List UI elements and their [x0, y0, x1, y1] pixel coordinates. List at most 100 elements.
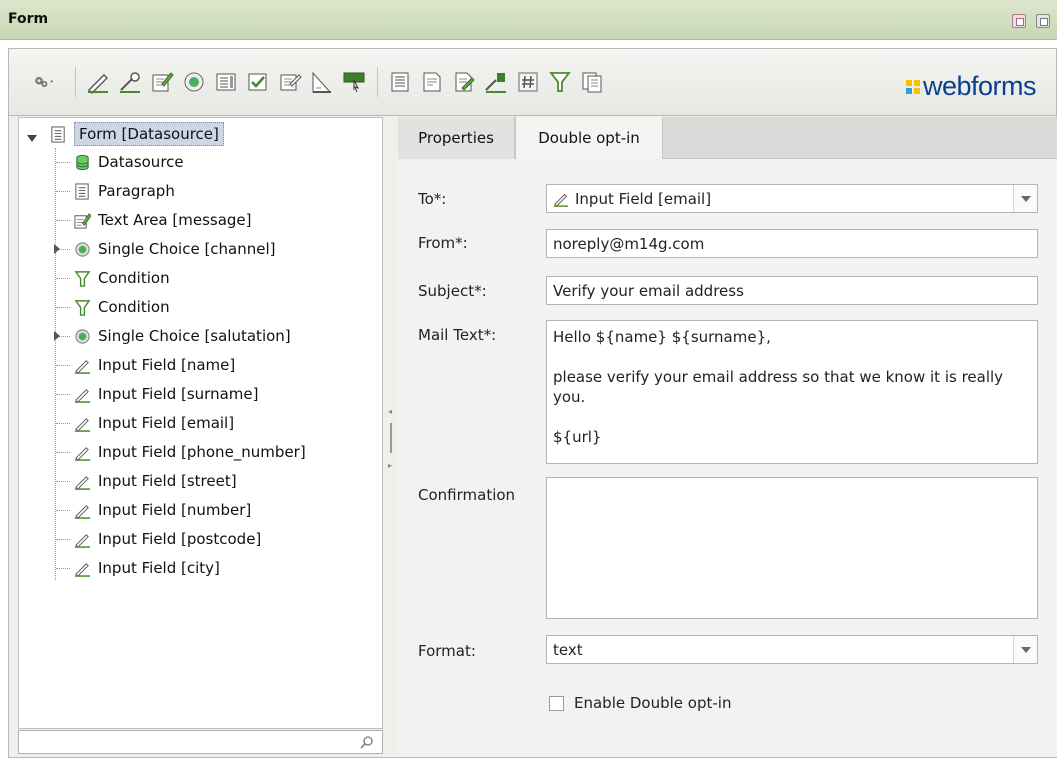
from-label: From*: — [418, 234, 468, 252]
tree-root[interactable]: Form [Datasource] — [49, 120, 224, 148]
tree-guide-line — [56, 278, 70, 279]
input-field-icon — [553, 191, 569, 207]
condition-filter-icon[interactable] — [547, 69, 573, 95]
tree-item-label: Datasource — [98, 153, 184, 171]
tree-item[interactable]: Input Field [city] — [73, 554, 220, 582]
number-field-icon[interactable] — [515, 69, 541, 95]
tree-guide-line — [56, 191, 70, 192]
tree-item[interactable]: Text Area [message] — [73, 206, 252, 234]
logo-text: webforms — [922, 71, 1037, 101]
tree-item[interactable]: Input Field [number] — [73, 496, 251, 524]
mail-text-label: Mail Text*: — [418, 326, 497, 344]
tree-guide-line — [55, 148, 56, 580]
tree-item-label: Text Area [message] — [98, 211, 252, 229]
tree-item[interactable]: Input Field [postcode] — [73, 525, 261, 553]
tree-guide-line — [56, 539, 70, 540]
tab-properties[interactable]: Properties — [398, 117, 515, 159]
enable-double-opt-in-checkbox[interactable] — [549, 696, 564, 711]
tree-guide-line — [56, 452, 70, 453]
tree-guide-line — [56, 423, 70, 424]
tree-search-input[interactable] — [18, 730, 383, 754]
tree-item[interactable]: Input Field [street] — [73, 467, 237, 495]
single-choice-icon[interactable] — [181, 69, 207, 95]
gears-menu-icon[interactable] — [27, 69, 63, 95]
maximize-button[interactable] — [1012, 14, 1026, 28]
tab-double-opt-in[interactable]: Double opt-in — [515, 117, 663, 159]
tree-guide-line — [56, 220, 70, 221]
expand-arrow-icon[interactable] — [54, 244, 60, 254]
tree-item[interactable]: Input Field [phone_number] — [73, 438, 306, 466]
tree-item[interactable]: Input Field [surname] — [73, 380, 258, 408]
tree-item[interactable]: Single Choice [salutation] — [73, 322, 291, 350]
enable-double-opt-in-label: Enable Double opt-in — [574, 694, 732, 712]
password-field-icon[interactable] — [117, 69, 143, 95]
text-area-icon[interactable] — [149, 69, 175, 95]
paragraph-icon — [73, 182, 91, 200]
tree-item[interactable]: Input Field [name] — [73, 351, 235, 379]
condition-filter-icon — [73, 269, 91, 287]
tree-item-label: Input Field [name] — [98, 356, 236, 374]
database-icon — [73, 153, 91, 171]
tree-item[interactable]: Single Choice [channel] — [73, 235, 276, 263]
document-icon[interactable] — [419, 69, 445, 95]
from-field-value: noreply@m14g.com — [553, 234, 705, 253]
subject-label: Subject*: — [418, 282, 487, 300]
copy-icon[interactable] — [579, 69, 605, 95]
tree-item[interactable]: Datasource — [73, 148, 184, 176]
format-select[interactable]: text — [546, 635, 1038, 664]
splitter-right-arrow-icon: ▸ — [388, 461, 393, 470]
tree-item-label: Condition — [98, 298, 170, 316]
toolbar: webforms — [8, 48, 1057, 116]
tree-item-label: Input Field [street] — [98, 472, 237, 490]
tree-item-label: Input Field [surname] — [98, 385, 259, 403]
tree-item-label: Single Choice [salutation] — [98, 327, 291, 345]
tree-item-label: Single Choice [channel] — [98, 240, 276, 258]
subject-field[interactable]: Verify your email address — [546, 276, 1038, 305]
tree-guide-line — [56, 365, 70, 366]
tree-item[interactable]: Condition — [73, 264, 170, 292]
form-tree: Form [Datasource] Datasource Paragraph Tex… — [18, 117, 383, 729]
splitter-grip[interactable] — [390, 423, 392, 453]
document-edit-icon[interactable] — [451, 69, 477, 95]
input-field-icon[interactable] — [85, 69, 111, 95]
text-area-icon — [73, 211, 91, 229]
panel-splitter[interactable]: ◂ ▸ — [386, 117, 396, 757]
format-select-value: text — [553, 640, 583, 659]
chevron-down-icon[interactable] — [1013, 185, 1037, 212]
tree-item[interactable]: Condition — [73, 293, 170, 321]
input-field-icon — [73, 472, 91, 490]
paragraph-icon[interactable] — [387, 69, 413, 95]
tree-item-label: Condition — [98, 269, 170, 287]
toolbar-separator — [377, 67, 378, 97]
tree-guide-line — [56, 307, 70, 308]
tree-item-label: Input Field [number] — [98, 501, 252, 519]
single-choice-icon — [73, 240, 91, 258]
confirmation-label: Confirmation — [418, 486, 516, 504]
subject-field-value: Verify your email address — [553, 281, 744, 300]
layout-icon[interactable] — [309, 69, 335, 95]
tree-item[interactable]: Paragraph — [73, 177, 175, 205]
checkbox-icon[interactable] — [245, 69, 271, 95]
button-icon[interactable] — [341, 69, 367, 95]
from-field[interactable]: noreply@m14g.com — [546, 229, 1038, 258]
chevron-down-icon[interactable] — [1013, 636, 1037, 663]
tree-root-label: Form [Datasource] — [74, 122, 224, 146]
confirmation-text-area[interactable] — [546, 477, 1038, 619]
window-titlebar: Form — [0, 0, 1057, 40]
tree-guide-line — [56, 162, 70, 163]
edit-icon[interactable] — [277, 69, 303, 95]
upload-field-icon[interactable] — [483, 69, 509, 95]
splitter-left-arrow-icon: ◂ — [388, 407, 393, 416]
to-select[interactable]: Input Field [email] — [546, 184, 1038, 213]
expand-arrow-icon[interactable] — [54, 331, 60, 341]
tree-guide-line — [56, 394, 70, 395]
search-icon — [360, 736, 373, 749]
select-box-icon[interactable] — [213, 69, 239, 95]
tree-item[interactable]: Input Field [email] — [73, 409, 234, 437]
mail-text-area[interactable]: Hello ${name} ${surname}, please verify … — [546, 320, 1038, 464]
to-label: To*: — [418, 190, 447, 208]
format-label: Format: — [418, 642, 476, 660]
collapse-arrow-icon[interactable] — [27, 135, 37, 142]
restore-button[interactable] — [1036, 14, 1050, 28]
input-field-icon — [73, 356, 91, 374]
